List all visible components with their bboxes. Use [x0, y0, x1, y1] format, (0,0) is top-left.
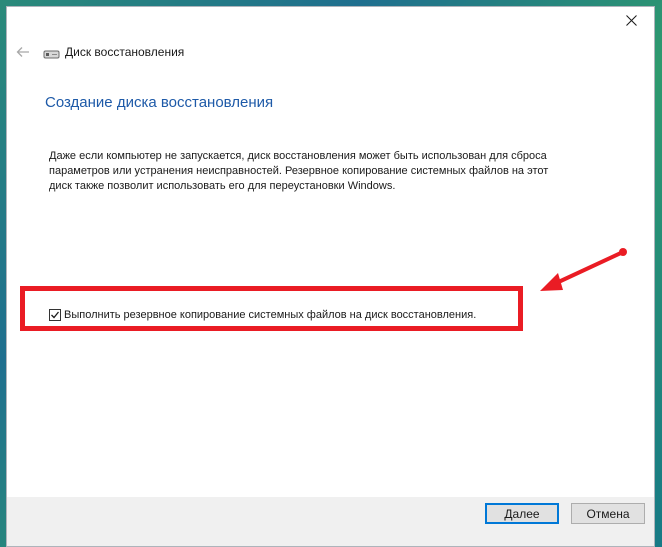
annotation-arrow-icon [540, 248, 627, 291]
